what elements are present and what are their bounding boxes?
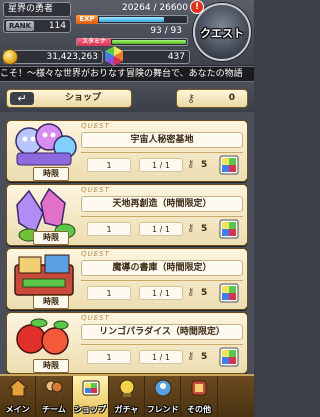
key-counter: ⚷ 0 (176, 89, 248, 108)
quest-count: 1 1 / 1 (87, 286, 183, 300)
rank-value: 114 (48, 21, 66, 31)
alert-badge: ! (190, 0, 204, 14)
exp-bar: EXP (76, 15, 188, 24)
coin-icon (2, 49, 18, 65)
quest-card[interactable]: 時限 QUEST 天地再創造（時間限定） 1 1 / 1 ⚷ 5 (6, 184, 248, 246)
rainbow-gem-icon (219, 219, 239, 239)
back-arrow-icon: ↵ (10, 92, 34, 105)
quest-tag: QUEST (81, 122, 110, 130)
team-icon (45, 380, 63, 393)
key-cost-value: 5 (201, 160, 208, 170)
nav-gacha[interactable]: ガチャ (109, 376, 146, 417)
quest-key-cost: ⚷ 5 (187, 286, 215, 300)
shop-icon (82, 380, 100, 396)
ticker-text: こそ！～様々な世界がおりなす冒険の舞台で、あなたの物語 (0, 69, 243, 79)
key-cost-value: 5 (201, 288, 208, 298)
exp-text: 20264 / 26600 (121, 3, 188, 13)
quest-count: 1 1 / 1 (87, 222, 183, 236)
gem-counter: 437 (104, 45, 190, 67)
nav-label: ショップ (74, 405, 107, 414)
quest-key-cost: ⚷ 5 (187, 350, 215, 364)
nav-label: その他 (186, 405, 211, 414)
quest-title: 天地再創造（時間限定） (81, 196, 243, 212)
bottom-nav: メイン チーム ショップ ガチャ フレンド その他 (0, 374, 254, 417)
quest-count-total: 1 / 1 (139, 350, 183, 364)
quest-count-total: 1 / 1 (139, 158, 183, 172)
time-limited-badge: 時限 (33, 295, 69, 309)
rainbow-gem-icon (219, 347, 239, 367)
quest-card[interactable]: 時限 QUEST 魔導の書庫（時間限定） 1 1 / 1 ⚷ 5 (6, 248, 248, 310)
rainbow-gem-icon (104, 45, 124, 67)
coin-counter: 31,423,263 (2, 49, 103, 65)
nav-main[interactable]: メイン (0, 376, 37, 417)
key-cost-value: 5 (201, 224, 208, 234)
quest-count: 1 1 / 1 (87, 350, 183, 364)
gacha-icon (119, 379, 135, 397)
rank-label: RANK (6, 21, 34, 31)
divider (81, 152, 243, 153)
quest-tag: QUEST (81, 250, 110, 258)
stamina-bar-fill (112, 40, 186, 44)
nav-label: チーム (42, 405, 66, 414)
quest-title: 宇宙人秘密基地 (81, 132, 243, 148)
quest-list[interactable]: 時限 QUEST 宇宙人秘密基地 1 1 / 1 ⚷ 5 時限 QUEST 天地… (0, 112, 254, 374)
quest-key-cost: ⚷ 5 (187, 158, 215, 172)
stamina-text: 93 / 93 (150, 26, 182, 36)
stamina-bar: スタミナ (76, 38, 188, 46)
time-limited-badge: 時限 (33, 359, 69, 373)
nav-label: フレンド (146, 405, 179, 414)
quest-count-current: 1 (87, 350, 131, 364)
exp-bar-fill (99, 17, 164, 22)
quest-key-cost: ⚷ 5 (187, 222, 215, 236)
nav-friend[interactable]: フレンド (145, 376, 182, 417)
quest-card[interactable]: 時限 QUEST 宇宙人秘密基地 1 1 / 1 ⚷ 5 (6, 120, 248, 182)
key-value: 0 (228, 93, 235, 103)
quest-count-total: 1 / 1 (139, 222, 183, 236)
nav-other[interactable]: その他 (181, 376, 218, 417)
other-icon (191, 380, 207, 396)
quest-count-current: 1 (87, 158, 131, 172)
quest-tag: QUEST (81, 314, 110, 322)
player-name: 星界の勇者 (3, 2, 71, 17)
nav-label: ガチャ (114, 405, 139, 414)
rainbow-gem-icon (219, 155, 239, 175)
key-icon: ⚷ (187, 287, 195, 298)
key-icon: ⚷ (186, 92, 196, 105)
quest-button-label: クエスト (200, 27, 244, 40)
quest-title: 魔導の書庫（時間限定） (81, 260, 243, 276)
quest-tag: QUEST (81, 186, 110, 194)
gem-value: 437 (167, 52, 185, 62)
rank-box: RANK 114 (3, 19, 71, 33)
home-icon (8, 379, 28, 397)
nav-shop[interactable]: ショップ (72, 376, 109, 417)
news-ticker: こそ！～様々な世界がおりなす冒険の舞台で、あなたの物語 (0, 66, 254, 82)
nav-label: メイン (5, 405, 30, 414)
quest-count: 1 1 / 1 (87, 158, 183, 172)
key-icon: ⚷ (187, 351, 195, 362)
back-label: ショップ (64, 93, 101, 103)
time-limited-badge: 時限 (33, 167, 69, 181)
quest-count-current: 1 (87, 286, 131, 300)
quest-count-total: 1 / 1 (139, 286, 183, 300)
key-icon: ⚷ (187, 159, 195, 170)
back-button[interactable]: ↵ ショップ (6, 89, 132, 108)
exp-label: EXP (76, 15, 98, 24)
shop-bar: ↵ ショップ ⚷ 0 (0, 82, 254, 112)
divider (81, 216, 243, 217)
time-limited-badge: 時限 (33, 231, 69, 245)
quest-count-current: 1 (87, 222, 131, 236)
divider (81, 280, 243, 281)
rainbow-gem-icon (219, 283, 239, 303)
key-icon: ⚷ (187, 223, 195, 234)
quest-title: リンゴパラダイス（時間限定） (81, 324, 243, 340)
quest-card[interactable]: 時限 QUEST リンゴパラダイス（時間限定） 1 1 / 1 ⚷ 5 (6, 312, 248, 374)
nav-team[interactable]: チーム (36, 376, 73, 417)
divider (81, 344, 243, 345)
key-cost-value: 5 (201, 352, 208, 362)
friend-icon (154, 379, 172, 397)
coin-value: 31,423,263 (46, 52, 98, 62)
status-header: 星界の勇者 RANK 114 20264 / 26600 EXP 93 / 93… (0, 0, 254, 67)
